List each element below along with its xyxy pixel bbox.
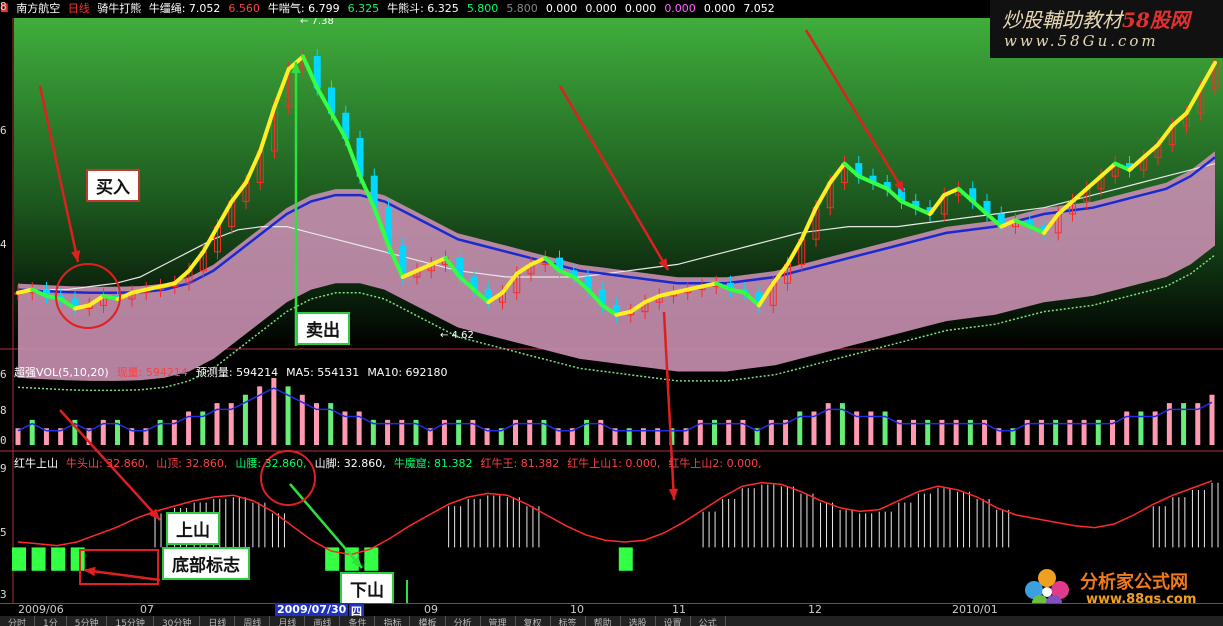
- indicator-value-7: 红牛王: 81.382: [480, 457, 560, 470]
- main-ytick-1: 8: [0, 0, 7, 13]
- indicator-value-3: 山顶: 32.860,: [156, 457, 228, 470]
- volume-value-3: 预测量: 594214: [195, 366, 279, 379]
- indicator-value-5: 山脚: 32.860,: [314, 457, 386, 470]
- indicator-value-6: 牛魔窟: 81.382: [393, 457, 473, 470]
- callout-up-mountain: 上山: [166, 512, 220, 545]
- indicator-name: 骑牛打熊: [97, 2, 142, 15]
- header-value-3: 牛喘气: 6.799: [267, 2, 340, 15]
- volume-bar: [1209, 394, 1215, 445]
- indicator-header: 红牛上山 牛头山: 32.860, 山顶: 32.860, 山腰: 32.860, 山脚…: [14, 455, 770, 471]
- indicator-value-4: 山腰: 32.860,: [235, 457, 307, 470]
- bottom-tab-7[interactable]: 周线: [235, 616, 271, 626]
- bottom-tab-16[interactable]: 标签: [551, 616, 586, 626]
- header-value-13: 7.052: [743, 2, 775, 15]
- x-tick-2: 07: [140, 603, 154, 616]
- bottom-tab-15[interactable]: 复权: [516, 616, 551, 626]
- volume-value-5: MA10: 692180: [367, 366, 448, 379]
- main-ytick-3: 4: [0, 238, 7, 251]
- indicator-bottom-block: [618, 547, 633, 571]
- x-tick-6: 11: [672, 603, 686, 616]
- header-value-5: 牛熊斗: 6.325: [387, 2, 459, 15]
- callout-bottom-mark: 底部标志: [162, 547, 250, 580]
- main-ytick-2: 6: [0, 124, 7, 137]
- x-tick-5: 10: [570, 603, 584, 616]
- bottom-tab-5[interactable]: 30分钟: [154, 616, 201, 626]
- ind-ytick-1: 9: [0, 462, 7, 475]
- header-value-1: 牛缰绳: 7.052: [148, 2, 221, 15]
- callout-sell: 卖出: [296, 312, 350, 345]
- x-tick-1: 2009/06: [18, 603, 64, 616]
- header-value-7: 5.800: [506, 2, 538, 15]
- volume-value-4: MA5: 554131: [286, 366, 360, 379]
- logo-name: 分析家公式网: [1080, 572, 1188, 593]
- bottom-tab-8[interactable]: 月线: [270, 616, 306, 626]
- x-tick-4: 09: [424, 603, 438, 616]
- header-value-6: 5.800: [466, 2, 499, 15]
- volume-header: 超强VOL(5,10,20) 现量: 594214 预测量: 594214 MA5: …: [14, 364, 456, 380]
- bottom-tab-9[interactable]: 画线: [305, 616, 341, 626]
- bottom-tab-18[interactable]: 选股: [621, 616, 656, 626]
- bottom-tab-19[interactable]: 设置: [656, 616, 691, 626]
- arrow-down-red-head: [668, 488, 679, 500]
- bottom-tab-bar: 分时 1分 5分钟 15分钟 30分钟 日线 周线 月线 画线 条件 指标 模板 分析 管理 复权 标签 帮助选…: [0, 616, 1223, 626]
- x-tick-cursor-date: 2009/07/30: [275, 603, 349, 616]
- x-tick-8: 2010/01: [952, 603, 998, 616]
- header-values: 牛缰绳: 7.052 6.560 牛喘气: 6.799 6.325 牛熊斗: 6.325…: [149, 2, 783, 15]
- indicator-bottom-block: [12, 547, 26, 571]
- arrow-bottom-shaft: [83, 568, 161, 582]
- header-value-9: 0.000: [585, 2, 617, 15]
- indicator-value-8: 红牛上山1: 0.000,: [567, 457, 661, 470]
- chart-stage: ← 7.38 ← 4.62 ◘ 南方航空 日线 骑牛打熊 牛缰绳: 7.052 6.…: [0, 0, 1223, 626]
- bottom-tab-13[interactable]: 分析: [446, 616, 481, 626]
- x-tick-7: 12: [808, 603, 822, 616]
- header-value-12: 0.000: [703, 2, 736, 15]
- header-value-8: 0.000: [545, 2, 578, 15]
- bottom-tab-10[interactable]: 条件: [340, 616, 376, 626]
- x-axis: [0, 603, 1223, 617]
- bottom-tab-11[interactable]: 指标: [375, 616, 411, 626]
- vol-ytick-3: 0: [0, 434, 7, 447]
- brand-url: www.58Gu.com: [1004, 32, 1159, 50]
- callout-buy: 买入: [86, 169, 140, 202]
- header-value-4: 6.325: [347, 2, 380, 15]
- header-value-10: 0.000: [624, 2, 657, 15]
- volume-ma-line: [17, 387, 1213, 432]
- volume-bars: [15, 378, 1215, 445]
- bottom-tab-1[interactable]: 分时: [0, 616, 36, 626]
- bottom-tab-20[interactable]: 公式: [691, 616, 726, 626]
- low-annotation: ← 4.62: [440, 330, 474, 341]
- ind-ytick-2: 5: [0, 526, 7, 539]
- ind-ytick-3: 3: [0, 588, 7, 601]
- bottom-tab-6[interactable]: 日线: [200, 616, 236, 626]
- watermark-brand: 炒股輔助教材58股网 www.58Gu.com: [990, 0, 1223, 58]
- header-value-11: 0.000: [664, 2, 696, 15]
- indicator-bottom-block: [31, 547, 46, 571]
- stock-name: 南方航空: [16, 2, 61, 15]
- indicator-value-1: 红牛上山: [14, 457, 58, 470]
- callout-down-mountain: 下山: [340, 572, 394, 605]
- indicator-value-9: 红牛上山2: 0.000,: [668, 457, 762, 470]
- bottom-tab-4[interactable]: 15分钟: [107, 616, 154, 626]
- brand-title: 炒股輔助教材58股网: [1002, 8, 1190, 32]
- bottom-tab-3[interactable]: 5分钟: [67, 616, 108, 626]
- indicator-bottom-block: [51, 547, 66, 571]
- volume-value-2: 现量: 594214: [116, 366, 188, 379]
- bottom-tab-12[interactable]: 模板: [410, 616, 446, 626]
- period-label[interactable]: 日线: [68, 2, 90, 15]
- header-value-2: 6.560: [228, 2, 260, 15]
- vol-ytick-1: 6: [0, 368, 7, 381]
- vol-ytick-2: 8: [0, 404, 7, 417]
- volume-value-1: 超强VOL(5,10,20): [14, 366, 109, 379]
- bottom-tab-17[interactable]: 帮助: [586, 616, 621, 626]
- bottom-tab-14[interactable]: 管理: [481, 616, 516, 626]
- indicator-value-2: 牛头山: 32.860,: [66, 457, 149, 470]
- bottom-tab-2[interactable]: 1分: [35, 616, 67, 626]
